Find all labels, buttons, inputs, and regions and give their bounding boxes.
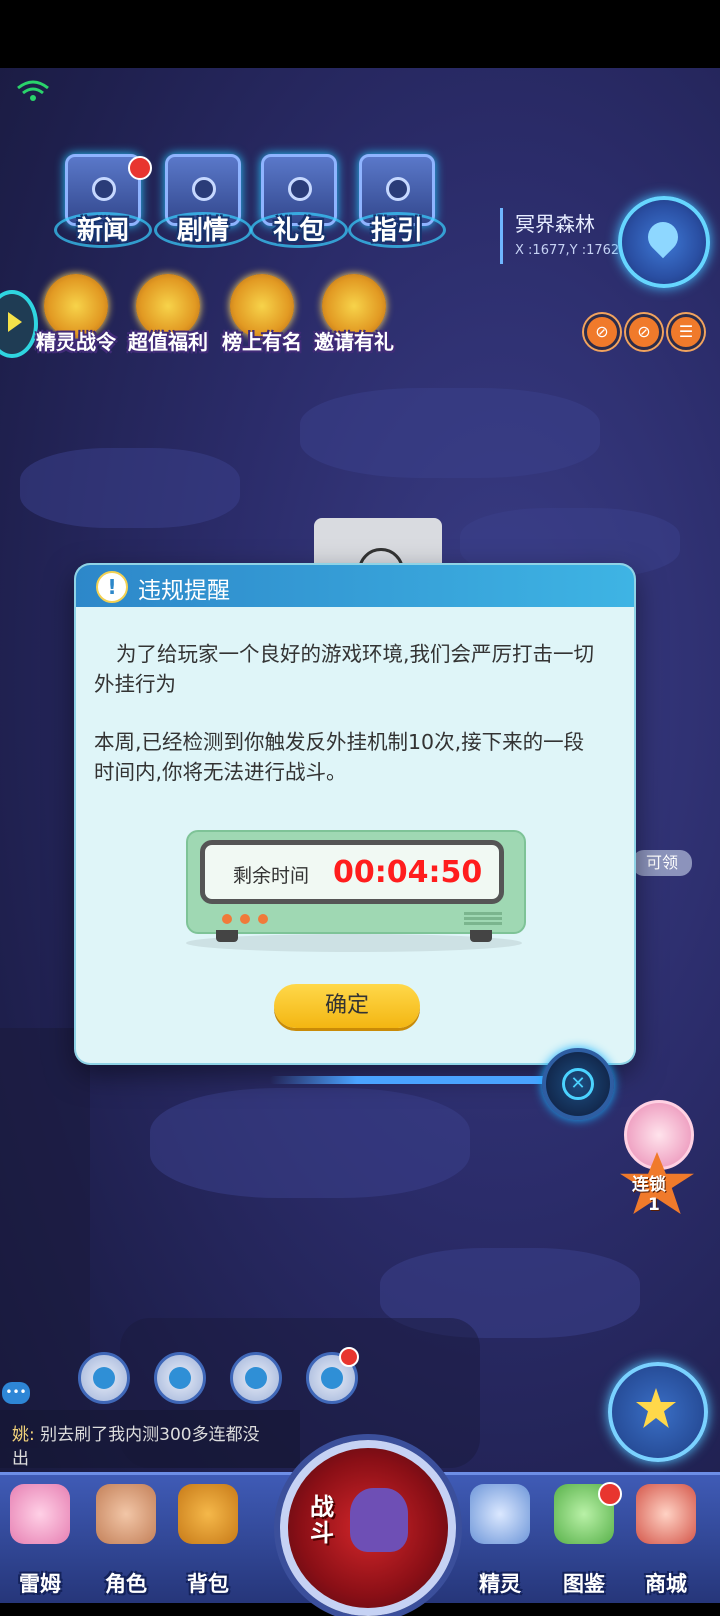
gift-pack-label: 礼包 xyxy=(272,216,325,246)
nav-spirit-label: 精灵 xyxy=(479,1572,521,1596)
value-welfare-label: 超值福利 xyxy=(128,330,208,354)
location-panel: 冥界森林 X :1677,Y :1762 xyxy=(500,208,635,264)
nav-leimu[interactable]: 雷姆 xyxy=(0,1476,80,1600)
block-icon[interactable]: ⊘ xyxy=(626,314,662,350)
guide-label: 指引 xyxy=(370,216,423,246)
timer-value: 00:04:50 xyxy=(333,855,483,890)
chat-panel[interactable]: 姚: 别去刷了我内测300多连都没 出 xyxy=(0,1410,300,1469)
timer-dot xyxy=(258,914,268,924)
nav-character-label: 角色 xyxy=(105,1572,147,1596)
countdown-timer: 剩余时间 00:04:50 xyxy=(186,830,526,952)
gift-pack-button[interactable]: 礼包 xyxy=(250,154,348,248)
dialog-message-1: 为了给玩家一个良好的游戏环境,我们会严厉打击一切外挂行为 xyxy=(94,642,595,696)
mute-icon[interactable]: ⊘ xyxy=(584,314,620,350)
leaderboard-button[interactable]: 榜上有名 xyxy=(214,274,310,355)
battle-button[interactable]: 战斗 xyxy=(280,1440,456,1616)
timer-dot xyxy=(222,914,232,924)
nav-codex-label: 图鉴 xyxy=(563,1572,605,1596)
ground-rock xyxy=(150,1088,470,1198)
creature-icon xyxy=(350,1488,408,1552)
claimable-tag[interactable]: 可领 xyxy=(632,850,692,876)
streak-label: 连锁 1 xyxy=(632,1175,666,1215)
nav-leimu-label: 雷姆 xyxy=(19,1572,61,1596)
news-button[interactable]: 新闻 xyxy=(54,154,152,248)
ground-rock xyxy=(20,448,240,528)
story-button[interactable]: 剧情 xyxy=(154,154,252,248)
leimu-icon xyxy=(10,1484,70,1544)
menu-icon[interactable]: ☰ xyxy=(668,314,704,350)
confirm-button[interactable]: 确定 xyxy=(274,984,420,1028)
close-icon: ✕ xyxy=(562,1068,594,1100)
wifi-icon xyxy=(17,80,49,101)
battle-label: 战斗 xyxy=(310,1493,334,1547)
streak-badge[interactable]: 连锁 1 xyxy=(620,1100,696,1220)
spirit-icon xyxy=(470,1484,530,1544)
timer-vent xyxy=(464,912,502,915)
guide-button[interactable]: 指引 xyxy=(348,154,446,248)
ground-rock xyxy=(300,388,600,478)
chat-sender: 姚: xyxy=(12,1425,35,1445)
backpack-icon xyxy=(178,1484,238,1544)
dialog-header: ! 违规提醒 xyxy=(76,565,634,607)
notification-dot xyxy=(598,1482,622,1506)
story-label: 剧情 xyxy=(176,216,229,246)
timer-foot xyxy=(216,930,238,942)
nav-backpack[interactable]: 背包 xyxy=(168,1476,248,1600)
news-label: 新闻 xyxy=(76,216,129,246)
dialog-title: 违规提醒 xyxy=(138,578,230,604)
notification-dot xyxy=(128,156,152,180)
nav-backpack-label: 背包 xyxy=(187,1572,229,1596)
chat-overflow: 出 xyxy=(12,1449,29,1469)
timer-dot xyxy=(240,914,250,924)
character-icon xyxy=(96,1484,156,1544)
notification-dot xyxy=(339,1347,359,1367)
warning-icon: ! xyxy=(96,571,128,603)
dialog-message-2: 本周,已经检测到你触发反外挂机制10次,接下来的一段时间内,你将无法进行战斗。 xyxy=(94,730,585,784)
map-name: 冥界森林 xyxy=(515,212,595,236)
leaderboard-label: 榜上有名 xyxy=(222,330,302,354)
timer-label: 剩余时间 xyxy=(233,865,310,887)
shop-icon xyxy=(636,1484,696,1544)
bell-button[interactable] xyxy=(306,1347,359,1404)
spirit-pass-button[interactable]: 精灵战令 xyxy=(28,274,124,355)
nav-shop-label: 商城 xyxy=(645,1572,687,1596)
invite-button[interactable]: 邀请有礼 xyxy=(306,274,402,355)
map-coordinates: X :1677,Y :1762 xyxy=(515,243,620,258)
chat-message: 别去刷了我内测300多连都没 xyxy=(34,1425,260,1445)
value-welfare-button[interactable]: 超值福利 xyxy=(120,274,216,355)
skill-button[interactable] xyxy=(608,1362,708,1462)
map-button[interactable] xyxy=(618,196,710,288)
function-button-3[interactable] xyxy=(230,1352,282,1404)
violation-dialog: ! 违规提醒 为了给玩家一个良好的游戏环境,我们会严厉打击一切外挂行为 本周,已… xyxy=(76,565,634,1063)
function-button-2[interactable] xyxy=(154,1352,206,1404)
chat-bubble-icon[interactable]: ••• xyxy=(2,1382,30,1404)
chat-line: 姚: 别去刷了我内测300多连都没 xyxy=(12,1420,260,1445)
timer-screen: 剩余时间 00:04:50 xyxy=(200,840,504,904)
function-button-1[interactable] xyxy=(78,1352,130,1404)
nav-character[interactable]: 角色 xyxy=(86,1476,166,1600)
close-button[interactable]: ✕ xyxy=(542,1048,614,1120)
timer-foot xyxy=(470,930,492,942)
dialog-trim xyxy=(270,1076,560,1084)
nav-codex[interactable]: 图鉴 xyxy=(544,1476,624,1600)
invite-label: 邀请有礼 xyxy=(314,330,394,354)
nav-shop[interactable]: 商城 xyxy=(626,1476,706,1600)
spirit-pass-label: 精灵战令 xyxy=(36,330,116,354)
nav-spirit[interactable]: 精灵 xyxy=(460,1476,540,1600)
